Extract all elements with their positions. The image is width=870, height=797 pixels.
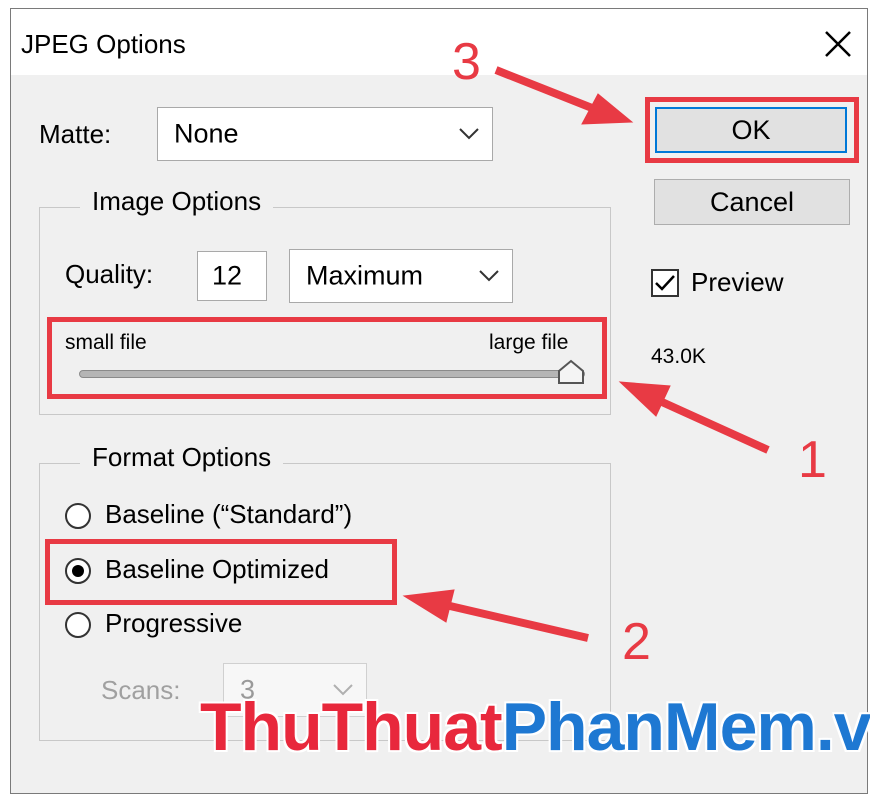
arrow-1-shaft [660, 398, 770, 454]
arrow-1-head [618, 381, 671, 417]
arrow-2-shaft [449, 602, 589, 642]
watermark-logo: ThuThuatPhanMem.vn [200, 688, 870, 766]
arrow-3-head [581, 93, 634, 125]
annotation-arrows [402, 66, 770, 642]
watermark-part-1: ThuThuat [200, 689, 503, 765]
arrow-3-shaft [494, 66, 594, 112]
watermark-part-2: PhanMem [501, 689, 817, 765]
step-number-3: 3 [452, 33, 481, 91]
watermark-part-3: .vn [815, 689, 870, 765]
step-number-2: 2 [622, 613, 651, 671]
step-number-1: 1 [798, 431, 827, 489]
arrow-2-head [402, 589, 455, 623]
